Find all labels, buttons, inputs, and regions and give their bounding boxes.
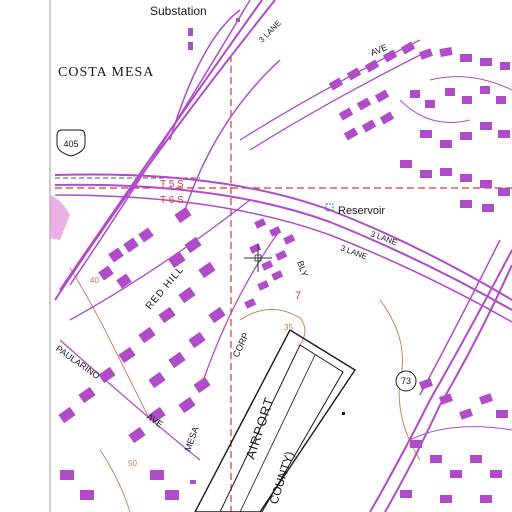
label-reservoir: Reservoir — [338, 205, 385, 217]
label-city: COSTA MESA — [58, 65, 154, 80]
label-contour-40: 40 — [90, 276, 99, 285]
topo-map[interactable]: 405 73 Substation COSTA MESA T 5 S T 6 S… — [0, 0, 512, 512]
interstate-405-shield: 405 — [56, 129, 86, 157]
label-lane-right-2: 3 LANE — [339, 243, 368, 261]
label-county: COUNTY) — [267, 450, 297, 506]
label-contour-35: 35 — [284, 323, 293, 332]
route-73-label: 73 — [401, 376, 411, 386]
contour-line — [239, 309, 306, 346]
street — [429, 76, 512, 91]
label-t6s: T 6 S — [160, 195, 184, 206]
map-collar — [0, 0, 50, 512]
state-73-shield: 73 — [395, 370, 417, 392]
label-paularino: PAULARINO — [54, 343, 102, 381]
label-contour-50: 50 — [128, 459, 137, 468]
label-t5s: T 5 S — [160, 179, 184, 190]
freeway-405 — [54, 0, 512, 323]
label-substation: Substation — [150, 4, 207, 18]
label-corp: CORP — [231, 331, 251, 359]
label-lane-top: 3 LANE — [257, 19, 283, 45]
contour-line — [99, 449, 131, 512]
urban-tint-patch — [50, 195, 70, 240]
label-mesa: MESA — [182, 425, 200, 452]
label-bly: BLY — [295, 259, 310, 278]
label-airport: AIRPORT — [243, 395, 277, 461]
map-canvas: 405 73 Substation COSTA MESA T 5 S T 6 S… — [0, 0, 512, 512]
street — [249, 49, 431, 151]
label-section-7: 7 — [295, 290, 301, 302]
route-405-label: 405 — [63, 139, 78, 149]
